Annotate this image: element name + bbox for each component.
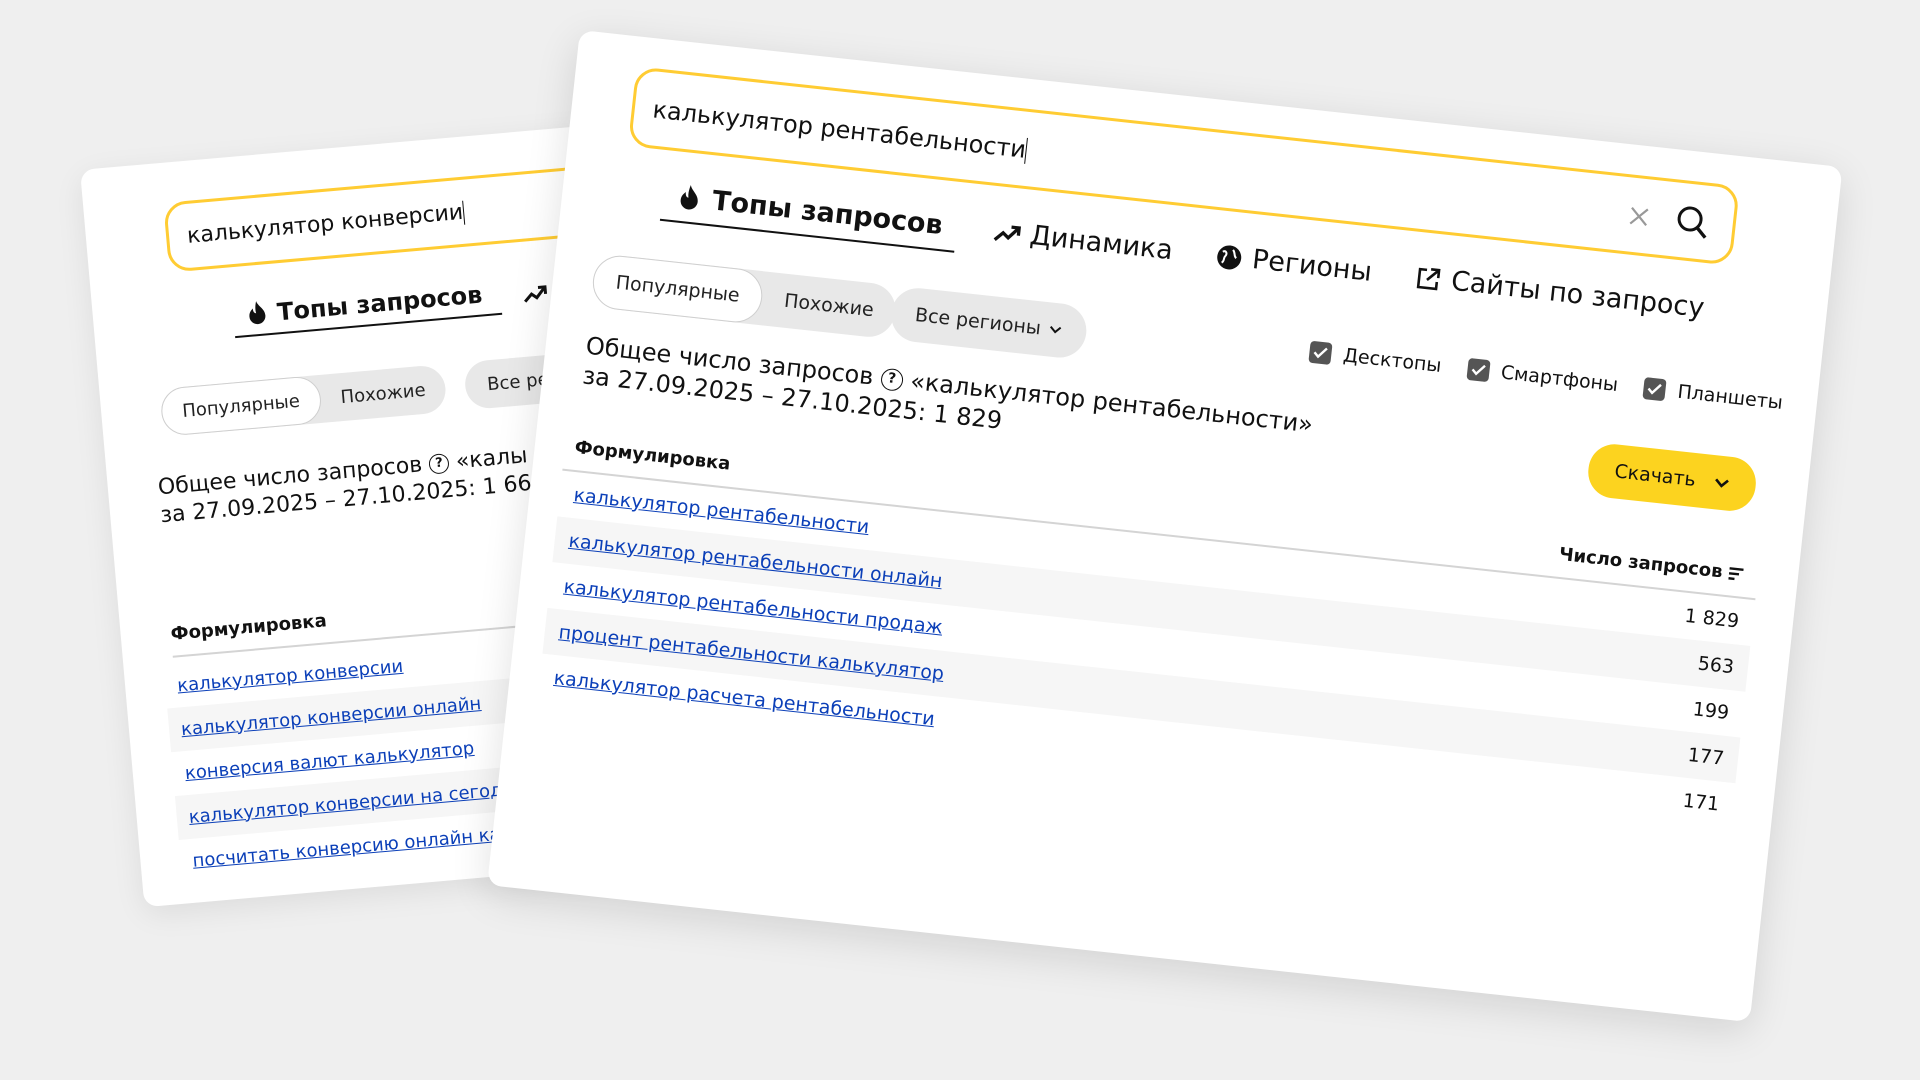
region-dropdown-label: Все регионы <box>914 303 1042 340</box>
back-tab-trend[interactable] <box>521 283 549 313</box>
search-button[interactable] <box>1666 196 1719 249</box>
front-search-text: калькулятор рентабельности <box>651 95 1028 164</box>
chevron-down-icon <box>1714 478 1729 488</box>
back-col-phrase: Формулировка <box>169 610 328 645</box>
checkbox-tablets[interactable]: Планшеты <box>1642 377 1784 415</box>
help-icon[interactable]: ? <box>428 452 450 475</box>
queries-table: калькулятор рентабельности 1 829 калькул… <box>537 471 1755 829</box>
checkbox-desktop-label: Десктопы <box>1342 344 1443 377</box>
device-filters: Десктопы Смартфоны Планшеты <box>1308 340 1784 415</box>
sort-icon <box>1728 566 1745 580</box>
checkbox-tablets-label: Планшеты <box>1676 380 1784 415</box>
query-count: 199 <box>1691 698 1731 725</box>
back-tab-top-queries[interactable]: Топы запросов <box>232 278 503 339</box>
tab-regions-label: Регионы <box>1250 244 1374 288</box>
trend-up-icon <box>523 285 547 303</box>
col-phrase: Формулировка <box>573 436 732 475</box>
globe-icon <box>1217 244 1242 269</box>
tab-sites[interactable]: Сайты по запросу <box>1413 262 1706 334</box>
clear-button[interactable] <box>1617 194 1661 238</box>
back-total-queries: Общее число запросов ? «калы за 27.09.20… <box>157 442 533 529</box>
download-button-label: Скачать <box>1613 460 1697 492</box>
total-queries: Общее число запросов ? «калькулятор рент… <box>581 331 1314 470</box>
chevron-down-icon <box>1050 325 1062 334</box>
col-count-label: Число запросов <box>1557 543 1724 583</box>
flame-icon <box>249 301 266 325</box>
trend-up-icon <box>993 224 1021 241</box>
segment-control: Популярные Похожие <box>590 253 899 340</box>
help-icon[interactable]: ? <box>879 367 905 392</box>
close-icon <box>1629 206 1649 226</box>
checkbox-checked-icon <box>1642 377 1667 402</box>
tab-regions[interactable]: Регионы <box>1214 240 1374 298</box>
segment-similar[interactable]: Похожие <box>760 271 899 339</box>
region-dropdown[interactable]: Все регионы <box>888 285 1090 361</box>
back-segment-popular[interactable]: Популярные <box>159 374 323 437</box>
checkbox-checked-icon <box>1308 340 1333 365</box>
checkbox-smartphones-label: Смартфоны <box>1499 361 1620 397</box>
tab-dynamics[interactable]: Динамика <box>989 216 1174 276</box>
flame-icon <box>680 184 698 209</box>
front-search-panel: калькулятор рентабельности Топы запросов… <box>487 30 1843 1023</box>
tab-top-queries[interactable]: Топы запросов <box>659 179 959 253</box>
checkbox-desktop[interactable]: Десктопы <box>1308 340 1443 377</box>
query-count: 1 829 <box>1683 604 1741 633</box>
segment-popular[interactable]: Популярные <box>590 253 766 326</box>
download-button[interactable]: Скачать <box>1585 441 1759 514</box>
external-link-icon <box>1417 267 1441 290</box>
back-tab-top-queries-label: Топы запросов <box>275 280 484 327</box>
query-count: 171 <box>1681 789 1721 816</box>
search-icon <box>1677 206 1707 239</box>
query-count: 563 <box>1696 652 1736 679</box>
checkbox-checked-icon <box>1465 357 1491 383</box>
col-count[interactable]: Число запросов <box>1558 544 1746 585</box>
back-segment-control: Популярные Похожие <box>159 364 448 437</box>
checkbox-smartphones[interactable]: Смартфоны <box>1465 357 1620 397</box>
back-segment-similar[interactable]: Похожие <box>319 364 448 423</box>
tab-top-queries-label: Топы запросов <box>710 185 945 242</box>
back-search-text: калькулятор конверсии <box>186 199 465 249</box>
query-count: 177 <box>1686 743 1726 770</box>
tab-sites-label: Сайты по запросу <box>1449 265 1706 324</box>
back-total-quote: «калы <box>454 443 529 475</box>
tab-dynamics-label: Динамика <box>1028 219 1175 267</box>
